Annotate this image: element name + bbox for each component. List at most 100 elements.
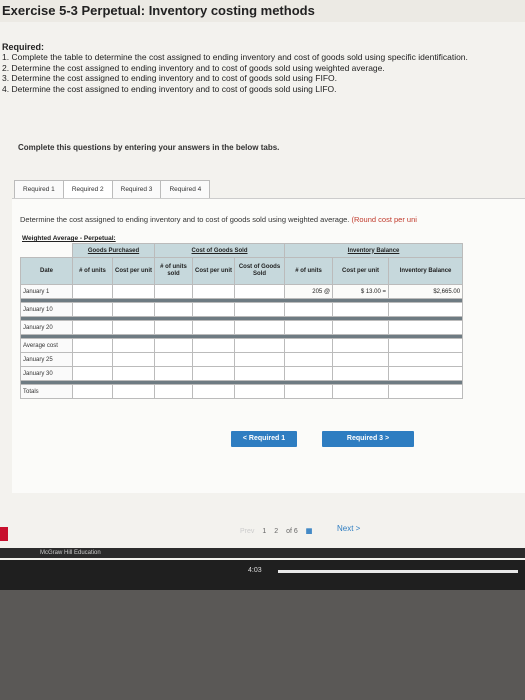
row-label-jan10: January 10: [20, 302, 73, 317]
input-cell[interactable]: [192, 284, 236, 299]
desk-area: [0, 590, 525, 700]
input-cell[interactable]: [154, 320, 194, 335]
table-row: January 25: [20, 352, 464, 367]
input-cell[interactable]: [332, 320, 390, 335]
pager-page-2[interactable]: 2: [274, 528, 278, 535]
input-cell[interactable]: [192, 352, 236, 367]
table-row: January 10: [20, 302, 464, 317]
instruction-text: Complete this questions by entering your…: [18, 143, 280, 152]
input-cell[interactable]: [284, 366, 334, 381]
input-cell[interactable]: [192, 384, 236, 399]
tab-required-3[interactable]: Required 3: [111, 180, 162, 200]
table-row: January 30: [20, 366, 464, 381]
monitor-bezel: [0, 560, 525, 590]
col-cogs: Cost of Goods Sold: [234, 257, 286, 285]
tab-required-1[interactable]: Required 1: [14, 180, 64, 200]
input-cell[interactable]: [332, 352, 390, 367]
input-cell[interactable]: [284, 338, 334, 353]
input-cell[interactable]: [154, 352, 194, 367]
equals-icon: =: [382, 288, 387, 295]
pager-prev[interactable]: Prev: [240, 528, 254, 535]
prev-required-button[interactable]: < Required 1: [231, 431, 297, 447]
input-cell[interactable]: [284, 302, 334, 317]
input-cell[interactable]: [284, 352, 334, 367]
input-cell[interactable]: [154, 366, 194, 381]
input-cell[interactable]: [388, 302, 464, 317]
input-cell[interactable]: [154, 284, 194, 299]
input-cell[interactable]: [111, 366, 156, 381]
input-cell[interactable]: [284, 384, 334, 399]
input-cell[interactable]: [192, 338, 236, 353]
input-cell[interactable]: [72, 352, 113, 367]
group-inventory-balance: Inventory Balance: [284, 243, 464, 258]
input-cell[interactable]: [72, 320, 113, 335]
input-cell[interactable]: [234, 384, 286, 399]
input-cell[interactable]: [388, 338, 464, 353]
input-cell[interactable]: [192, 302, 236, 317]
input-cell[interactable]: [234, 302, 286, 317]
input-cell[interactable]: [388, 352, 464, 367]
input-cell[interactable]: [332, 366, 390, 381]
input-cell[interactable]: [72, 384, 113, 399]
input-cell[interactable]: [111, 302, 156, 317]
next-button[interactable]: Next >: [337, 524, 360, 533]
grid-icon[interactable]: ▦: [306, 528, 313, 535]
input-cell[interactable]: [332, 384, 390, 399]
input-cell[interactable]: [72, 366, 113, 381]
input-cell[interactable]: [192, 366, 236, 381]
jan1-balance-cost: $ 13.00 =: [332, 284, 390, 299]
input-cell[interactable]: [111, 284, 156, 299]
input-cell[interactable]: [72, 302, 113, 317]
input-cell[interactable]: [234, 352, 286, 367]
input-cell[interactable]: [111, 338, 156, 353]
input-cell[interactable]: [154, 384, 194, 399]
next-required-button[interactable]: Required 3 >: [322, 431, 414, 447]
input-cell[interactable]: [72, 338, 113, 353]
row-label-totals: Totals: [20, 384, 73, 399]
input-cell[interactable]: [332, 338, 390, 353]
requirement-3: 3. Determine the cost assigned to ending…: [2, 73, 337, 83]
jan1-balance-total: $2,665.00: [388, 284, 464, 299]
value: 205: [312, 288, 323, 295]
pager-current[interactable]: 1: [262, 528, 266, 535]
input-cell[interactable]: [284, 320, 334, 335]
input-cell[interactable]: [388, 320, 464, 335]
input-cell[interactable]: [332, 302, 390, 317]
col-balance-units: # of units: [284, 257, 334, 285]
input-cell[interactable]: [234, 320, 286, 335]
input-cell[interactable]: [111, 320, 156, 335]
footer-bar: McGraw Hill Education: [0, 548, 525, 558]
input-cell[interactable]: [234, 284, 286, 299]
page-title: Exercise 5-3 Perpetual: Inventory costin…: [0, 0, 525, 22]
input-cell[interactable]: [111, 384, 156, 399]
table-caption: Weighted Average - Perpetual:: [22, 235, 116, 242]
col-purchased-units: # of units: [72, 257, 113, 285]
input-cell[interactable]: [192, 320, 236, 335]
requirement-2: 2. Determine the cost assigned to ending…: [2, 62, 385, 73]
tab-required-2[interactable]: Required 2: [62, 180, 113, 200]
input-cell[interactable]: [388, 384, 464, 399]
value: $ 13.00: [360, 288, 381, 295]
row-label-jan20: January 20: [20, 320, 73, 335]
col-sold-cost: Cost per unit: [192, 257, 236, 285]
rounding-hint: (Round cost per uni: [351, 215, 417, 224]
table-row: January 1 205 @ $ 13.00 = $2,665.00: [20, 284, 464, 299]
row-label-jan25: January 25: [20, 352, 73, 367]
input-cell[interactable]: [72, 284, 113, 299]
weighted-average-table: Goods Purchased Cost of Goods Sold Inven…: [19, 243, 464, 399]
progress-bar: [278, 570, 518, 573]
group-cost-of-goods-sold: Cost of Goods Sold: [154, 243, 286, 258]
input-cell[interactable]: [234, 338, 286, 353]
col-balance-cost: Cost per unit: [332, 257, 390, 285]
input-cell[interactable]: [154, 302, 194, 317]
input-cell[interactable]: [111, 352, 156, 367]
input-cell[interactable]: [388, 366, 464, 381]
row-label-average-cost: Average cost: [20, 338, 73, 353]
input-cell[interactable]: [154, 338, 194, 353]
tab-required-4[interactable]: Required 4: [160, 180, 211, 200]
row-label-jan1: January 1: [20, 284, 73, 299]
tab-bar: Required 1 Required 2 Required 3 Require…: [14, 180, 211, 200]
question-main: Determine the cost assigned to ending in…: [20, 215, 350, 224]
brand-logo: McGraw Hill Education: [40, 550, 101, 556]
input-cell[interactable]: [234, 366, 286, 381]
